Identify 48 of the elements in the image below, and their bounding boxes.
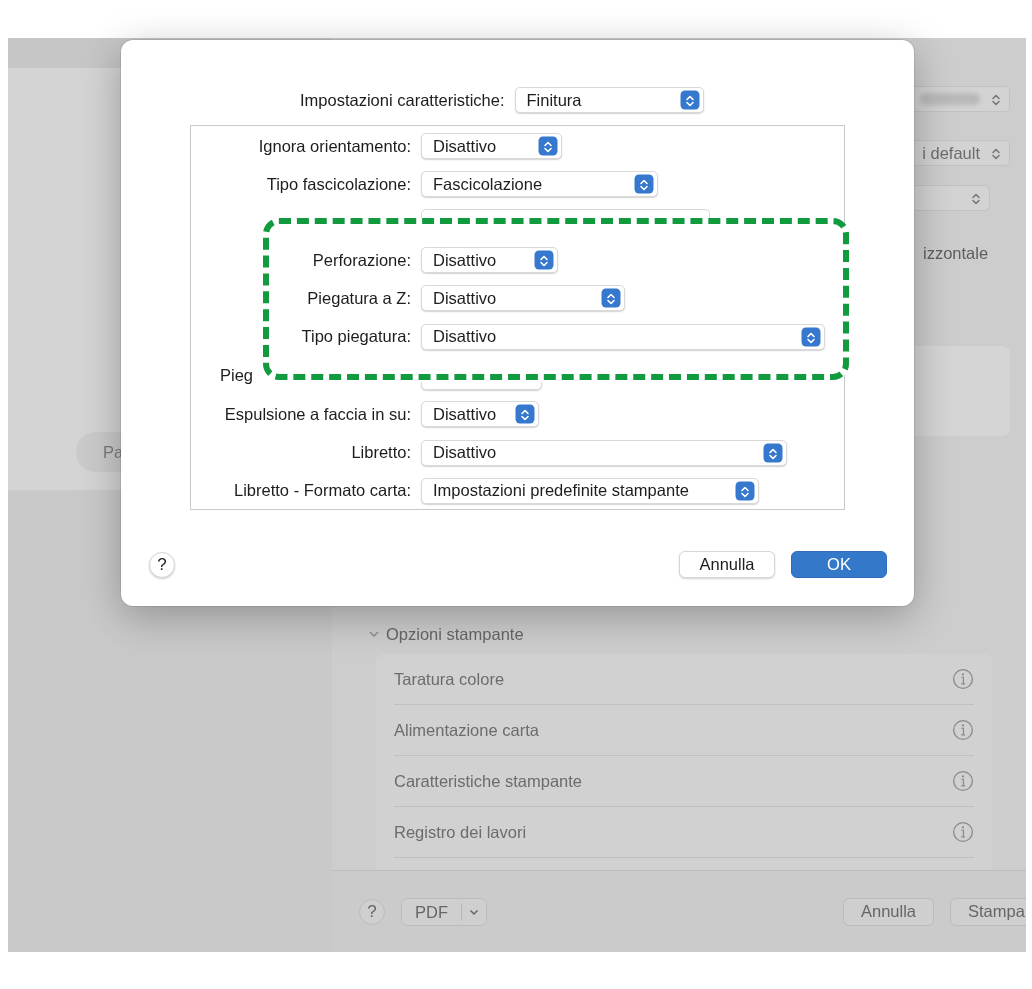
info-icon[interactable] [952, 770, 974, 792]
field-label: Ignora orientamento: [258, 136, 412, 156]
pdf-menu-button[interactable]: PDF [401, 897, 487, 926]
popup-button[interactable]: Disattivo [421, 247, 558, 274]
popup-button[interactable]: Disattivo [421, 133, 562, 160]
ok-button[interactable]: OK [791, 551, 887, 578]
section-title: Opzioni stampante [386, 624, 524, 644]
stepper-icon [801, 326, 821, 347]
print-button[interactable]: Stampa [950, 897, 1026, 926]
popup-button[interactable]: Disattivo [421, 323, 825, 350]
option-label: Alimentazione carta [394, 720, 539, 740]
field-label: Perforazione: [312, 250, 412, 270]
field-label: Libretto: [351, 443, 412, 462]
info-icon[interactable] [952, 719, 974, 741]
popup-button[interactable]: Fascicolazione [421, 171, 658, 198]
info-icon[interactable] [952, 668, 974, 690]
popup-button[interactable]: Disattivo [421, 285, 625, 312]
field-label: Espulsione a faccia in su: [224, 404, 412, 424]
info-icon[interactable] [952, 821, 974, 843]
blurred-text [920, 93, 980, 105]
stepper-icon [601, 288, 621, 309]
cancel-button[interactable]: Annulla [679, 551, 775, 578]
stepper-icon [735, 480, 755, 501]
field-label: Tipo fascicolazione: [266, 174, 412, 194]
popup-button[interactable]: Impostazioni predefinite stampante [421, 477, 759, 504]
stepper-icon [534, 250, 554, 271]
pdf-label: PDF [402, 902, 462, 921]
option-label: Registro dei lavori [394, 822, 527, 842]
popup-button[interactable]: Disattivo [421, 401, 539, 428]
stepper-icon [679, 90, 700, 110]
help-button[interactable]: ? [149, 551, 175, 578]
popup-button[interactable] [421, 208, 710, 219]
field-label: Piegatura a Z: [307, 288, 412, 308]
stepper-icon [763, 442, 783, 463]
popup-button[interactable]: Disattivo [421, 439, 787, 466]
stepper-icon [538, 136, 558, 157]
field-label: Tipo piegatura: [301, 327, 412, 347]
popup-button[interactable]: Finitura [514, 87, 704, 113]
stepper-icon [634, 174, 654, 195]
stepper-icon [515, 404, 535, 425]
help-button[interactable]: ? [359, 898, 385, 925]
field-label: Pieg [219, 366, 255, 386]
orientation-value: izzontale [923, 244, 990, 263]
cancel-button[interactable]: Annulla [842, 897, 934, 926]
field-label: Libretto - Formato carta: [234, 481, 412, 501]
field-label: Impostazioni caratteristiche: [300, 90, 505, 110]
option-label: Caratteristiche stampante [394, 771, 582, 791]
option-label: Taratura colore [394, 669, 505, 689]
